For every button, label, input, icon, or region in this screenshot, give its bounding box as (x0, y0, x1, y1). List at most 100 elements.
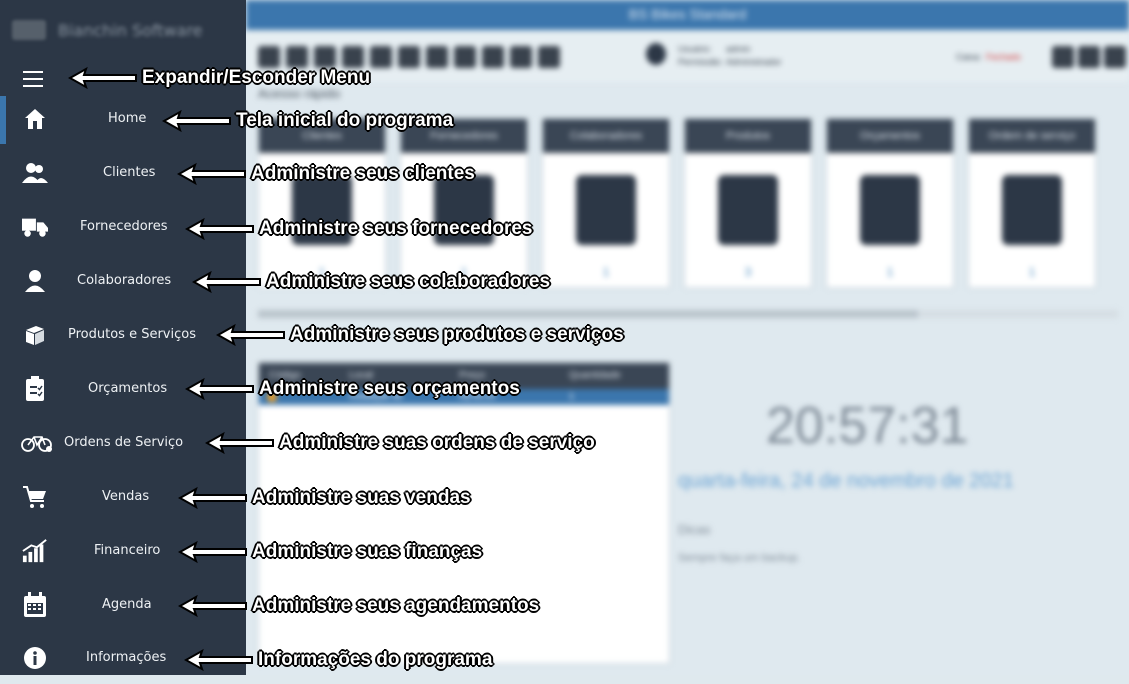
menu-toggle-icon[interactable] (23, 71, 43, 87)
arrow-left-icon (162, 109, 231, 133)
arrow-left-icon (205, 431, 274, 455)
toolbar-icon[interactable] (538, 46, 560, 68)
home-icon (22, 106, 48, 132)
annotation-text: Tela inicial do programa (236, 110, 454, 131)
toolbar-icon[interactable] (426, 46, 448, 68)
sidebar-item-label: Clientes (103, 165, 156, 180)
clipboard-icon (22, 376, 48, 402)
annotation-vendas: Administre suas vendas (178, 486, 471, 510)
users-icon (22, 160, 48, 186)
arrow-left-icon (178, 594, 247, 618)
annotation-agenda: Administre seus agendamentos (178, 594, 539, 618)
role-label: Permissão: (678, 57, 724, 67)
toolbar-icon[interactable] (482, 46, 504, 68)
annotation-text: Administre seus orçamentos (259, 378, 520, 399)
box-icon (718, 175, 778, 245)
table-cell: 1 (569, 391, 575, 401)
card-count: 1 (602, 265, 610, 279)
annotation-text: Administre seus fornecedores (259, 218, 533, 239)
annotation-text: Expandir/Esconder Menu (142, 67, 371, 88)
box-icon (22, 322, 48, 348)
status-label: Caixa: (956, 52, 982, 62)
toolbar-icon[interactable] (398, 46, 420, 68)
card-ordem-servico[interactable]: Ordem de serviço 1 (968, 118, 1096, 288)
annotation-produtos: Administre seus produtos e serviços (216, 323, 624, 347)
user-label: Usuário: (678, 44, 712, 54)
arrow-left-icon (185, 377, 254, 401)
arrow-left-icon (192, 270, 261, 294)
horizontal-scrollbar[interactable] (258, 310, 1118, 318)
chart-icon (22, 538, 48, 564)
arrow-left-icon (68, 66, 137, 90)
card-orcamentos[interactable]: Orçamentos 1 (826, 118, 954, 288)
brand-logo (12, 20, 46, 40)
annotation-text: Administre seus produtos e serviços (290, 324, 624, 345)
sidebar-item-label: Colaboradores (77, 273, 172, 288)
toolbar-icon[interactable] (286, 46, 308, 68)
card-count: 1 (886, 265, 894, 279)
toolbar-icon[interactable] (342, 46, 364, 68)
sidebar-item-label: Financeiro (94, 543, 161, 558)
arrow-left-icon (178, 540, 247, 564)
annotation-fornecedores: Administre seus fornecedores (185, 217, 532, 241)
sidebar-item-label: Ordens de Serviço (64, 435, 184, 450)
arrow-left-icon (184, 648, 253, 672)
arrow-left-icon (177, 162, 246, 186)
annotation-home: Tela inicial do programa (162, 109, 453, 133)
card-title: Ordem de serviço (969, 119, 1095, 153)
scrollbar-thumb[interactable] (258, 310, 918, 318)
card-title: Produtos (685, 119, 811, 153)
sidebar-item-produtos[interactable]: Produtos e Serviços (0, 310, 246, 362)
brand-name: Bianchin Software (58, 20, 203, 40)
column-header: Quantidade (569, 370, 621, 381)
annotation-text: Administre seus clientes (251, 163, 475, 184)
cart-icon (22, 484, 48, 510)
title-bar: BS Bikes Standard (246, 0, 1129, 30)
annotation-financeiro: Administre suas finanças (178, 540, 482, 564)
toolbar-icon[interactable] (258, 46, 280, 68)
sidebar-item-label: Orçamentos (88, 381, 168, 396)
toolbar-icon[interactable] (454, 46, 476, 68)
card-fornecedores[interactable]: Fornecedores 1 (400, 118, 528, 288)
annotation-text: Informações do programa (258, 649, 493, 670)
sidebar-item-label: Home (108, 111, 147, 126)
user-value: admin (726, 44, 751, 54)
user-avatar (646, 43, 666, 65)
toolbar-icon[interactable] (1052, 46, 1074, 68)
arrow-left-icon (216, 323, 285, 347)
card-clientes[interactable]: Clientes 1 (258, 118, 386, 288)
annotation-clientes: Administre seus clientes (177, 162, 475, 186)
card-count: 3 (744, 265, 752, 279)
toolbar-icon[interactable] (370, 46, 392, 68)
annotation-text: Administre suas ordens de serviço (279, 432, 595, 453)
toolbar-icon[interactable] (510, 46, 532, 68)
toolbar-icon[interactable] (314, 46, 336, 68)
annotation-ordens: Administre suas ordens de serviço (205, 431, 595, 455)
brand: Bianchin Software (0, 0, 246, 60)
annotation-text: Administre seus colaboradores (266, 271, 551, 292)
arrow-left-icon (185, 217, 254, 241)
arrow-left-icon (178, 486, 247, 510)
card-title: Colaboradores (543, 119, 669, 153)
sidebar-item-label: Vendas (102, 489, 150, 504)
annotation-text: Administre suas vendas (252, 487, 471, 508)
date-text: quarta-feira, 24 de novembro de 2021 (678, 470, 1014, 492)
toolbar-icon[interactable] (1104, 46, 1126, 68)
orders-table: Código Local Preço Quantidade Instalação… (258, 362, 670, 664)
sidebar-item-label: Agenda (102, 597, 152, 612)
annotation-colaboradores: Administre seus colaboradores (192, 270, 550, 294)
bicycle-icon (18, 430, 58, 456)
sidebar: Bianchin Software Home Clientes Forneced… (0, 0, 246, 675)
card-produtos[interactable]: Produtos 3 (684, 118, 812, 288)
toolbar: Usuário: admin Permissão: Administrador … (246, 30, 1129, 82)
annotation-informacoes: Informações do programa (184, 648, 492, 672)
annotation-text: Administre seus agendamentos (252, 595, 540, 616)
annotation-orcamentos: Administre seus orçamentos (185, 377, 520, 401)
bicycle-icon (1002, 175, 1062, 245)
toolbar-icon[interactable] (1078, 46, 1100, 68)
clipboard-icon (860, 175, 920, 245)
clock: 20:57:31 (766, 397, 969, 455)
person-icon (22, 268, 48, 294)
card-count: 1 (1028, 265, 1036, 279)
card-colaboradores[interactable]: Colaboradores 1 (542, 118, 670, 288)
